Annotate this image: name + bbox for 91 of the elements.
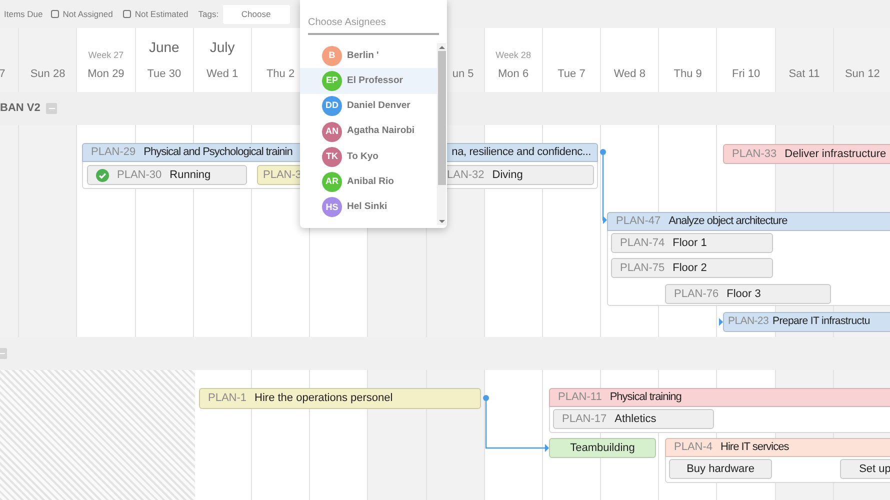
day-label: Thu 2 — [266, 66, 295, 82]
task-title: Running — [170, 168, 211, 183]
day-label: Mon 6 — [498, 66, 529, 82]
filter-checkbox[interactable]: Not Estimated — [122, 8, 188, 20]
checkbox[interactable] — [50, 10, 59, 18]
task-key: PLAN-75 — [620, 260, 665, 276]
task-title: Deliver infrastructure — [784, 146, 886, 162]
avatar: B — [322, 46, 342, 66]
task-key: PLAN-30 — [117, 166, 162, 184]
task-title: Buy hardware — [686, 462, 754, 477]
task-bar[interactable]: PLAN-17 Athletics — [553, 409, 714, 429]
task-title: Teambuilding — [570, 440, 635, 456]
task-title: Diving — [492, 168, 523, 183]
task-bar[interactable]: PLAN-76 Floor 3 — [665, 284, 831, 304]
task-title: Prepare IT infrastructu — [772, 314, 870, 330]
task-key: PLAN-3 — [263, 166, 302, 184]
filter-checkbox[interactable]: Not Assigned — [50, 8, 113, 20]
avatar: AN — [322, 122, 342, 142]
task-key: PLAN-29 — [91, 144, 136, 161]
avatar: HS — [322, 197, 342, 218]
task-title: Physical and Psychological trainin — [144, 145, 292, 160]
task-key: PLAN-47 — [616, 213, 661, 230]
task-title: na, resilience and confidenc... — [452, 145, 591, 160]
connector-arrow-head — [719, 318, 723, 326]
day-label: 7 — [0, 66, 6, 82]
task-title: Floor 3 — [726, 286, 761, 302]
task-title: Hire the operations personel — [254, 391, 393, 406]
day-label: Tue 30 — [147, 66, 182, 82]
task-key: PLAN-4 — [674, 439, 713, 456]
week-label: Week 27 — [88, 49, 124, 62]
day-label: Wed 1 — [206, 66, 238, 82]
task-bar[interactable]: PLAN-30 Running — [87, 165, 247, 185]
assignee-name: Berlin ' — [347, 48, 379, 63]
task-key: PLAN-33 — [732, 146, 777, 162]
task-group-bar[interactable]: PLAN-11 Physical training — [549, 388, 890, 407]
assignee-name: Hel Sinki — [347, 200, 388, 214]
task-key: PLAN-74 — [620, 234, 665, 252]
avatar: EP — [322, 70, 342, 91]
day-label: Mon 29 — [88, 66, 124, 82]
day-label: Tue 7 — [558, 66, 586, 82]
day-label: Thu 9 — [674, 66, 702, 82]
day-label: Sun 28 — [30, 66, 66, 82]
filter-label[interactable]: Items Due — [4, 8, 43, 20]
task-group-bar[interactable]: PLAN-4 Hire IT services — [665, 438, 890, 457]
month-label: July — [210, 38, 235, 57]
task-bar[interactable]: PLAN-23 Prepare IT infrastructu — [723, 312, 890, 332]
task-title: Hire IT services — [720, 440, 789, 456]
task-bar[interactable]: PLAN-1 Hire the operations personel — [199, 388, 481, 409]
task-key: PLAN-1 — [208, 390, 247, 407]
task-key: PLAN-11 — [558, 389, 602, 406]
week-label: Week 28 — [496, 49, 531, 62]
month-label: June — [148, 38, 180, 56]
task-title: Physical training — [610, 390, 682, 406]
task-key: PLAN-23 — [728, 314, 769, 330]
task-group-bar[interactable]: PLAN-47 Analyze object architecture — [607, 212, 890, 231]
avatar: TK — [322, 146, 342, 167]
assignee-option[interactable]: EP El Professor — [300, 68, 437, 94]
day-label: un 5 — [452, 66, 474, 82]
task-bar[interactable]: PLAN-75 Floor 2 — [611, 258, 773, 278]
assignee-name: Agatha Nairobi — [347, 124, 415, 138]
scrollbar[interactable] — [437, 43, 446, 225]
lane-title: BAN V2 — [0, 101, 40, 116]
avatar: AR — [322, 172, 342, 192]
task-title: Floor 1 — [672, 236, 707, 251]
filter-label: Not Estimated — [134, 8, 188, 20]
task-key: PLAN-17 — [562, 410, 607, 428]
avatar: DD — [322, 96, 342, 116]
day-label: Sun 12 — [844, 66, 880, 82]
connector-arrow — [483, 395, 549, 452]
checkbox[interactable] — [122, 10, 131, 18]
task-bar[interactable]: PLAN-33 Deliver infrastructure — [723, 144, 890, 164]
assignee-name: To Kyo — [347, 150, 378, 164]
day-label: Fri 10 — [732, 66, 760, 82]
task-title: Analyze object architecture — [668, 214, 788, 230]
task-bar[interactable]: PLAN-74 Floor 1 — [611, 233, 773, 253]
scrollbar-thumb[interactable] — [438, 51, 446, 185]
tags-label: Tags: — [198, 8, 219, 20]
tags-select[interactable]: Choose — [222, 4, 290, 24]
filter-label: Not Assigned — [62, 8, 113, 20]
task-bar[interactable]: Teambuilding — [549, 438, 656, 458]
day-label: Sat 11 — [788, 66, 820, 82]
assignee-name: El Professor — [347, 74, 403, 88]
task-key: PLAN-76 — [674, 286, 719, 302]
task-title: Floor 2 — [672, 260, 707, 276]
assignee-name: Daniel Denver — [347, 99, 410, 114]
scroll-down-icon[interactable] — [438, 217, 444, 225]
task-title: Athletics — [614, 412, 656, 427]
day-label: Wed 8 — [614, 66, 646, 82]
task-bar[interactable]: Buy hardware — [669, 459, 772, 479]
task-key: LAN-32 — [447, 166, 484, 184]
assignee-name: Anibal Rio — [347, 175, 394, 189]
